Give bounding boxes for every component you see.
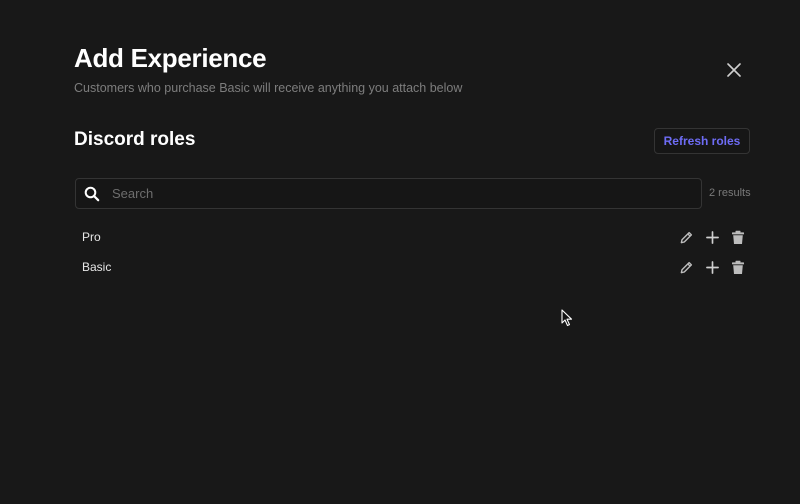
pencil-icon bbox=[680, 231, 692, 243]
modal-title: Add Experience bbox=[74, 43, 267, 73]
plus-icon bbox=[705, 230, 719, 244]
search-box bbox=[75, 178, 702, 209]
role-row-basic: Basic bbox=[75, 252, 750, 282]
search-input[interactable] bbox=[110, 179, 701, 208]
role-row-pro: Pro bbox=[75, 222, 750, 252]
role-list: Pro Basic bbox=[75, 222, 750, 282]
delete-role-button[interactable] bbox=[729, 228, 747, 246]
add-experience-modal: Add Experience Customers who purchase Ba… bbox=[0, 0, 800, 504]
add-role-button[interactable] bbox=[703, 228, 721, 246]
role-actions bbox=[677, 258, 747, 276]
role-actions bbox=[677, 228, 747, 246]
plus-icon bbox=[705, 260, 719, 274]
trash-icon bbox=[732, 230, 744, 244]
close-button[interactable] bbox=[722, 58, 746, 82]
trash-icon bbox=[732, 260, 744, 274]
add-role-button[interactable] bbox=[703, 258, 721, 276]
edit-role-button[interactable] bbox=[677, 228, 695, 246]
discord-roles-heading: Discord roles bbox=[74, 129, 196, 150]
role-name: Basic bbox=[82, 260, 112, 274]
results-count: 2 results bbox=[709, 187, 751, 199]
delete-role-button[interactable] bbox=[729, 258, 747, 276]
role-name: Pro bbox=[82, 230, 101, 244]
pencil-icon bbox=[680, 261, 692, 273]
search-icon bbox=[83, 185, 101, 203]
close-icon bbox=[727, 63, 741, 77]
mouse-cursor-icon bbox=[561, 309, 573, 327]
edit-role-button[interactable] bbox=[677, 258, 695, 276]
refresh-roles-button[interactable]: Refresh roles bbox=[654, 128, 750, 154]
modal-subtitle: Customers who purchase Basic will receiv… bbox=[74, 81, 463, 95]
